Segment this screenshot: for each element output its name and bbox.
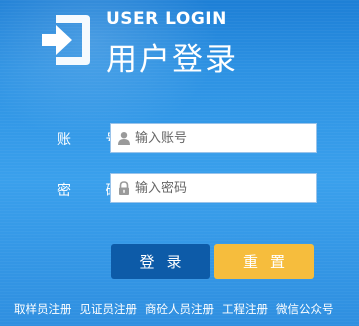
title-english: USER LOGIN — [106, 9, 227, 29]
footer-links: 取样员注册 见证员注册 商砼人员注册 工程注册 微信公众号 — [14, 301, 334, 317]
login-panel: USER LOGIN 用户登录 账 号 密 码 登录 重置 取样员注册 见证员注… — [0, 0, 359, 326]
concrete-staff-register-link[interactable]: 商砼人员注册 — [145, 301, 214, 317]
project-register-link[interactable]: 工程注册 — [222, 301, 268, 317]
password-input[interactable] — [135, 174, 313, 202]
login-button[interactable]: 登录 — [111, 244, 210, 279]
login-enter-icon — [42, 15, 90, 65]
witness-register-link[interactable]: 见证员注册 — [80, 301, 138, 317]
wechat-official-account-link[interactable]: 微信公众号 — [276, 301, 334, 317]
sampler-register-link[interactable]: 取样员注册 — [14, 301, 72, 317]
account-field[interactable] — [110, 123, 317, 153]
user-icon — [118, 132, 130, 145]
password-field[interactable] — [110, 173, 317, 203]
lock-icon — [119, 181, 129, 195]
title-chinese: 用户登录 — [106, 42, 238, 78]
reset-button[interactable]: 重置 — [214, 244, 314, 279]
account-input[interactable] — [135, 124, 313, 152]
